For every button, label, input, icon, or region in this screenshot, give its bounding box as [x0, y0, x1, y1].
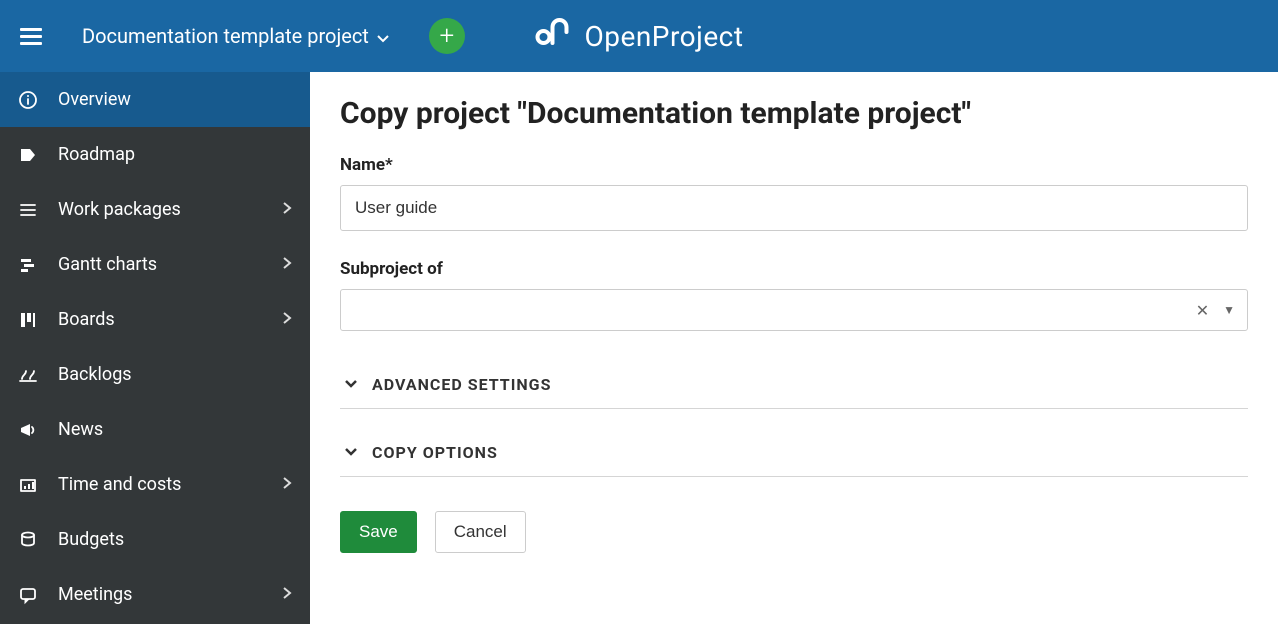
budget-icon — [18, 530, 44, 550]
sidebar-item-label: Backlogs — [58, 364, 132, 385]
project-selector[interactable]: Documentation template project — [82, 24, 389, 48]
chevron-right-icon — [282, 199, 292, 220]
plus-icon: + — [440, 23, 455, 49]
sidebar-item-label: Roadmap — [58, 144, 135, 165]
sidebar-item-label: Gantt charts — [58, 254, 157, 275]
backlog-icon — [18, 365, 44, 385]
advanced-settings-label: Advanced settings — [372, 375, 551, 394]
name-label: Name* — [340, 155, 1248, 175]
project-selector-label: Documentation template project — [82, 24, 369, 48]
list-icon — [18, 200, 44, 220]
chevron-right-icon — [282, 584, 292, 605]
top-header: Documentation template project + OpenPro… — [0, 0, 1278, 72]
subproject-label: Subproject of — [340, 259, 1248, 279]
sidebar-item-meetings[interactable]: Meetings — [0, 567, 310, 622]
sidebar-item-work-packages[interactable]: Work packages — [0, 182, 310, 237]
hamburger-menu-icon[interactable] — [20, 28, 42, 45]
chevron-down-icon — [344, 445, 358, 461]
chevron-right-icon — [282, 254, 292, 275]
sidebar-item-label: News — [58, 419, 103, 440]
info-icon — [18, 90, 44, 110]
sidebar-item-label: Meetings — [58, 584, 132, 605]
gantt-icon — [18, 255, 44, 275]
name-input[interactable] — [340, 185, 1248, 231]
sidebar-item-boards[interactable]: Boards — [0, 292, 310, 347]
form-actions: Save Cancel — [340, 511, 1248, 553]
subproject-select[interactable]: ✕ ▼ — [340, 289, 1248, 331]
sidebar-item-label: Time and costs — [58, 474, 181, 495]
sidebar-item-overview[interactable]: Overview — [0, 72, 310, 127]
cost-icon — [18, 475, 44, 495]
caret-down-icon — [377, 24, 389, 48]
sidebar-item-backlogs[interactable]: Backlogs — [0, 347, 310, 402]
copy-options-label: Copy options — [372, 443, 498, 462]
page-title: Copy project "Documentation template pro… — [340, 96, 1248, 131]
sidebar-item-roadmap[interactable]: Roadmap — [0, 127, 310, 182]
chevron-down-icon — [344, 377, 358, 393]
advanced-settings-toggle[interactable]: Advanced settings — [340, 361, 1248, 409]
save-button[interactable]: Save — [340, 511, 417, 553]
sidebar-item-label: Boards — [58, 309, 115, 330]
sidebar-item-gantt-charts[interactable]: Gantt charts — [0, 237, 310, 292]
chevron-right-icon — [282, 309, 292, 330]
sidebar-item-label: Work packages — [58, 199, 181, 220]
sidebar: Overview Roadmap Work packages Gantt charts… — [0, 72, 310, 624]
chevron-down-icon: ▼ — [1223, 303, 1235, 317]
chevron-right-icon — [282, 474, 292, 495]
megaphone-icon — [18, 420, 44, 440]
openproject-logo-icon — [534, 18, 574, 54]
copy-options-toggle[interactable]: Copy options — [340, 429, 1248, 477]
board-icon — [18, 310, 44, 330]
sidebar-item-time-and-costs[interactable]: Time and costs — [0, 457, 310, 512]
create-button[interactable]: + — [429, 18, 465, 54]
brand: OpenProject — [534, 18, 743, 54]
clear-icon[interactable]: ✕ — [1196, 301, 1209, 320]
chat-icon — [18, 585, 44, 605]
sidebar-item-label: Overview — [58, 89, 131, 110]
sidebar-item-budgets[interactable]: Budgets — [0, 512, 310, 567]
sidebar-item-news[interactable]: News — [0, 402, 310, 457]
tag-icon — [18, 145, 44, 165]
main-content: Copy project "Documentation template pro… — [310, 72, 1278, 624]
brand-text: OpenProject — [584, 20, 743, 53]
sidebar-item-label: Budgets — [58, 529, 124, 550]
cancel-button[interactable]: Cancel — [435, 511, 526, 553]
